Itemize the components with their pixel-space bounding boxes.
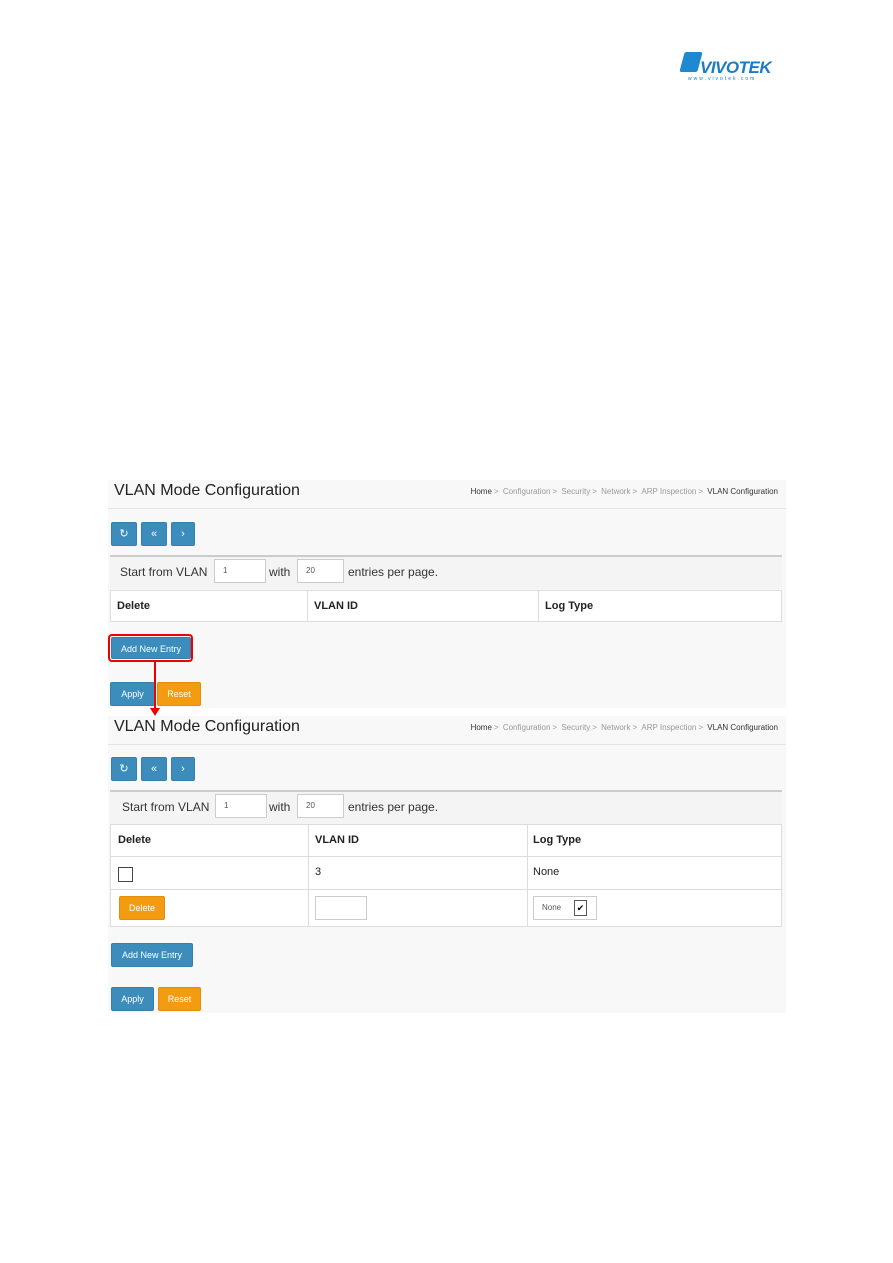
refresh-button[interactable]: ↻ [111, 522, 137, 546]
breadcrumb: Home > Configuration > Security > Network > … [470, 487, 778, 496]
entries-label: entries per page. [348, 565, 439, 579]
breadcrumb-home[interactable]: Home [471, 723, 492, 732]
breadcrumb-item[interactable]: Security [561, 723, 590, 732]
refresh-icon: ↻ [119, 763, 129, 775]
breadcrumb-home[interactable]: Home [471, 487, 492, 496]
breadcrumb-item[interactable]: Security [561, 487, 590, 496]
vlan-table: Delete VLAN ID Log Type 3 None Delete No… [110, 824, 782, 927]
add-new-entry-button[interactable]: Add New Entry [111, 943, 193, 967]
chevron-down-icon: ✔ [574, 900, 587, 916]
vlan-table: Delete VLAN ID Log Type [110, 590, 782, 622]
arrow-line [154, 662, 156, 710]
column-delete: Delete [118, 834, 152, 846]
page-title: VLAN Mode Configuration [114, 482, 300, 499]
breadcrumb-item[interactable]: ARP Inspection [641, 723, 696, 732]
divider [108, 508, 786, 509]
entries-per-page-input[interactable]: 20 [297, 794, 344, 818]
start-label: Start from VLAN [122, 800, 210, 814]
start-vlan-input[interactable]: 1 [214, 559, 266, 583]
add-new-entry-button[interactable]: Add New Entry [111, 637, 191, 659]
breadcrumb-item[interactable]: ARP Inspection [641, 487, 696, 496]
column-log-type: Log Type [545, 600, 594, 612]
breadcrumb: Home > Configuration > Security > Network > … [470, 723, 778, 732]
breadcrumb-current: VLAN Configuration [707, 723, 778, 732]
refresh-button[interactable]: ↻ [111, 757, 137, 781]
column-delete: Delete [117, 600, 151, 612]
page-title: VLAN Mode Configuration [114, 718, 300, 735]
first-page-button[interactable]: « [141, 757, 167, 781]
reset-button[interactable]: Reset [157, 682, 201, 706]
pagination-row: Start from VLAN 1 with 20 entries per pa… [110, 790, 782, 824]
arrow-down-icon [150, 708, 160, 716]
chevron-right-icon: › [181, 763, 185, 775]
log-type-select[interactable]: None ✔ [533, 896, 597, 920]
apply-button[interactable]: Apply [111, 987, 154, 1011]
screenshot-before: VLAN Mode Configuration Home > Configurat… [108, 480, 786, 708]
delete-button[interactable]: Delete [119, 896, 165, 920]
column-log-type: Log Type [533, 834, 582, 846]
vlan-id-input[interactable] [315, 896, 367, 920]
pagination-row: Start from VLAN 1 with 20 entries per pa… [110, 555, 782, 589]
reset-button[interactable]: Reset [158, 987, 201, 1011]
column-vlan-id: VLAN ID [315, 834, 359, 846]
column-vlan-id: VLAN ID [314, 600, 358, 612]
breadcrumb-current: VLAN Configuration [707, 487, 778, 496]
double-chevron-left-icon: « [150, 763, 158, 775]
with-label: with [269, 800, 291, 814]
first-page-button[interactable]: « [141, 522, 167, 546]
start-vlan-input[interactable]: 1 [215, 794, 267, 818]
divider [108, 744, 786, 745]
apply-button[interactable]: Apply [110, 682, 155, 706]
entries-label: entries per page. [348, 800, 439, 814]
vivotek-logo: VIVOTEK www.vivotek.com [679, 52, 775, 82]
breadcrumb-item[interactable]: Configuration [503, 723, 551, 732]
next-page-button[interactable]: › [171, 757, 195, 781]
double-chevron-left-icon: « [150, 528, 158, 540]
entries-per-page-input[interactable]: 20 [297, 559, 344, 583]
log-type-value: None [533, 866, 560, 878]
log-type-selected: None [542, 903, 562, 912]
next-page-button[interactable]: › [171, 522, 195, 546]
start-label: Start from VLAN [120, 565, 208, 579]
vlan-id-value: 3 [315, 866, 322, 878]
breadcrumb-item[interactable]: Network [601, 723, 630, 732]
refresh-icon: ↻ [119, 528, 129, 540]
delete-checkbox[interactable] [118, 867, 133, 882]
screenshot-after: VLAN Mode Configuration Home > Configurat… [108, 716, 786, 1013]
chevron-right-icon: › [181, 528, 185, 540]
breadcrumb-item[interactable]: Configuration [503, 487, 551, 496]
breadcrumb-item[interactable]: Network [601, 487, 630, 496]
with-label: with [269, 565, 291, 579]
